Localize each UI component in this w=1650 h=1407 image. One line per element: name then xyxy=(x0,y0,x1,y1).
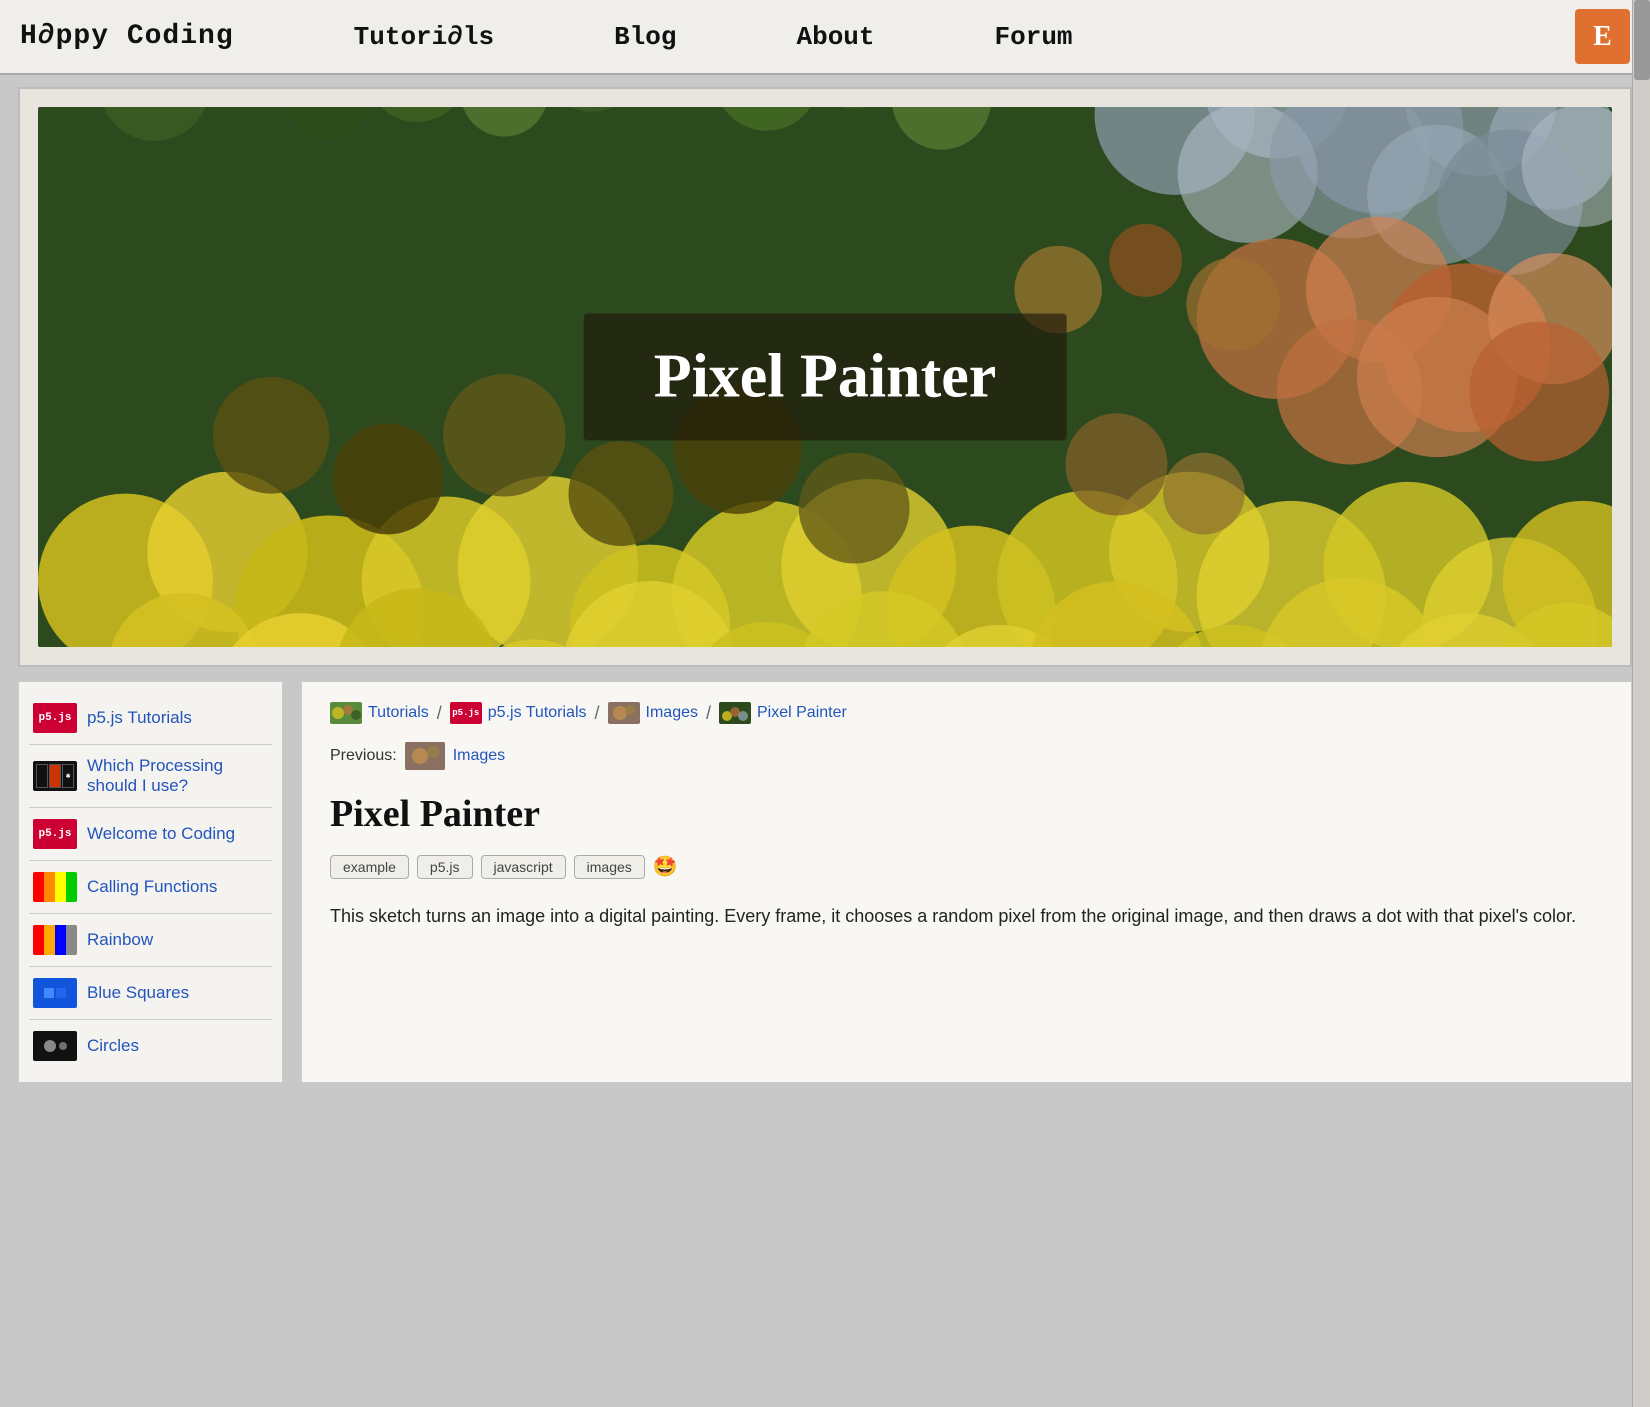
which-processing-icon: ✱ xyxy=(33,761,77,791)
sidebar-label-blue-squares: Blue Squares xyxy=(87,983,189,1003)
sidebar-label-rainbow: Rainbow xyxy=(87,930,153,950)
content-description: This sketch turns an image into a digita… xyxy=(330,902,1603,931)
content-area: Tutorials / p5.js p5.js Tutorials / Imag… xyxy=(301,681,1632,1083)
breadcrumb-images[interactable]: Images xyxy=(608,702,698,724)
sidebar-item-rainbow[interactable]: Rainbow xyxy=(29,918,272,962)
sidebar-divider-2 xyxy=(29,807,272,808)
tag-images[interactable]: images xyxy=(574,855,645,879)
nav-bar: H∂ppy Coding Tutori∂ls Blog About Forum … xyxy=(0,0,1650,75)
welcome-icon: p5.js xyxy=(33,819,77,849)
nav-link-forum[interactable]: Forum xyxy=(995,22,1073,52)
breadcrumb-link-p5js[interactable]: p5.js Tutorials xyxy=(488,704,587,722)
nav-link-blog[interactable]: Blog xyxy=(614,22,676,52)
sidebar-label-p5js-tutorials: p5.js Tutorials xyxy=(87,708,192,728)
nav-link-about[interactable]: About xyxy=(797,22,875,52)
sidebar-divider-4 xyxy=(29,913,272,914)
breadcrumb-p5js[interactable]: p5.js p5.js Tutorials xyxy=(450,702,587,724)
tags-container: example p5.js javascript images 🤩 xyxy=(330,854,1603,880)
breadcrumb-sep-2: / xyxy=(595,703,600,724)
sidebar-label-which-processing: Which Processing should I use? xyxy=(87,756,268,796)
sidebar-item-welcome-to-coding[interactable]: p5.js Welcome to Coding xyxy=(29,812,272,856)
hero-title-overlay: Pixel Painter xyxy=(584,314,1067,441)
main-layout: p5.js p5.js Tutorials ✱ Which Processing… xyxy=(18,681,1632,1083)
blue-squares-icon xyxy=(33,978,77,1008)
rainbow-icon xyxy=(33,925,77,955)
sidebar-divider-1 xyxy=(29,744,272,745)
sidebar-label-calling: Calling Functions xyxy=(87,877,217,897)
hero-image: Pixel Painter xyxy=(38,107,1612,647)
sidebar-item-circles[interactable]: Circles xyxy=(29,1024,272,1068)
hero-container: Pixel Painter xyxy=(18,87,1632,667)
circles-icon xyxy=(33,1031,77,1061)
breadcrumb-link-pixel-painter[interactable]: Pixel Painter xyxy=(757,704,847,722)
nav-icon-button[interactable]: E xyxy=(1575,9,1630,64)
breadcrumb-tutorials[interactable]: Tutorials xyxy=(330,702,429,724)
tag-p5js[interactable]: p5.js xyxy=(417,855,473,879)
breadcrumb-link-images[interactable]: Images xyxy=(646,704,698,722)
prev-label: Previous: xyxy=(330,747,397,765)
nav-links: Tutori∂ls Blog About Forum xyxy=(354,22,1575,52)
scrollbar-thumb[interactable] xyxy=(1634,0,1650,80)
sidebar-item-which-processing[interactable]: ✱ Which Processing should I use? xyxy=(29,749,272,803)
sidebar-label-circles: Circles xyxy=(87,1036,139,1056)
prev-link-container: Previous: Images xyxy=(330,742,1603,770)
page-title: Pixel Painter xyxy=(330,792,1603,836)
breadcrumb-pixel-painter[interactable]: Pixel Painter xyxy=(719,702,847,724)
breadcrumb: Tutorials / p5.js p5.js Tutorials / Imag… xyxy=(330,702,1603,724)
p5js-icon: p5.js xyxy=(33,703,77,733)
tag-javascript[interactable]: javascript xyxy=(481,855,566,879)
breadcrumb-sep-1: / xyxy=(437,703,442,724)
sidebar-divider-5 xyxy=(29,966,272,967)
tag-emoji[interactable]: 🤩 xyxy=(653,854,678,880)
hero-title: Pixel Painter xyxy=(654,343,997,411)
breadcrumb-link-tutorials[interactable]: Tutorials xyxy=(368,704,429,722)
sidebar-item-calling-functions[interactable]: Calling Functions xyxy=(29,865,272,909)
calling-functions-icon xyxy=(33,872,77,902)
prev-thumb xyxy=(405,742,445,770)
tag-example[interactable]: example xyxy=(330,855,409,879)
nav-logo[interactable]: H∂ppy Coding xyxy=(20,21,234,52)
sidebar-item-p5js-tutorials[interactable]: p5.js p5.js Tutorials xyxy=(29,696,272,740)
breadcrumb-sep-3: / xyxy=(706,703,711,724)
sidebar-item-blue-squares[interactable]: Blue Squares xyxy=(29,971,272,1015)
sidebar-divider-3 xyxy=(29,860,272,861)
prev-link[interactable]: Images xyxy=(453,747,505,765)
scrollbar-track[interactable] xyxy=(1632,0,1650,1407)
sidebar-label-welcome: Welcome to Coding xyxy=(87,824,235,844)
nav-link-tutorials[interactable]: Tutori∂ls xyxy=(354,22,494,52)
sidebar-divider-6 xyxy=(29,1019,272,1020)
sidebar: p5.js p5.js Tutorials ✱ Which Processing… xyxy=(18,681,283,1083)
